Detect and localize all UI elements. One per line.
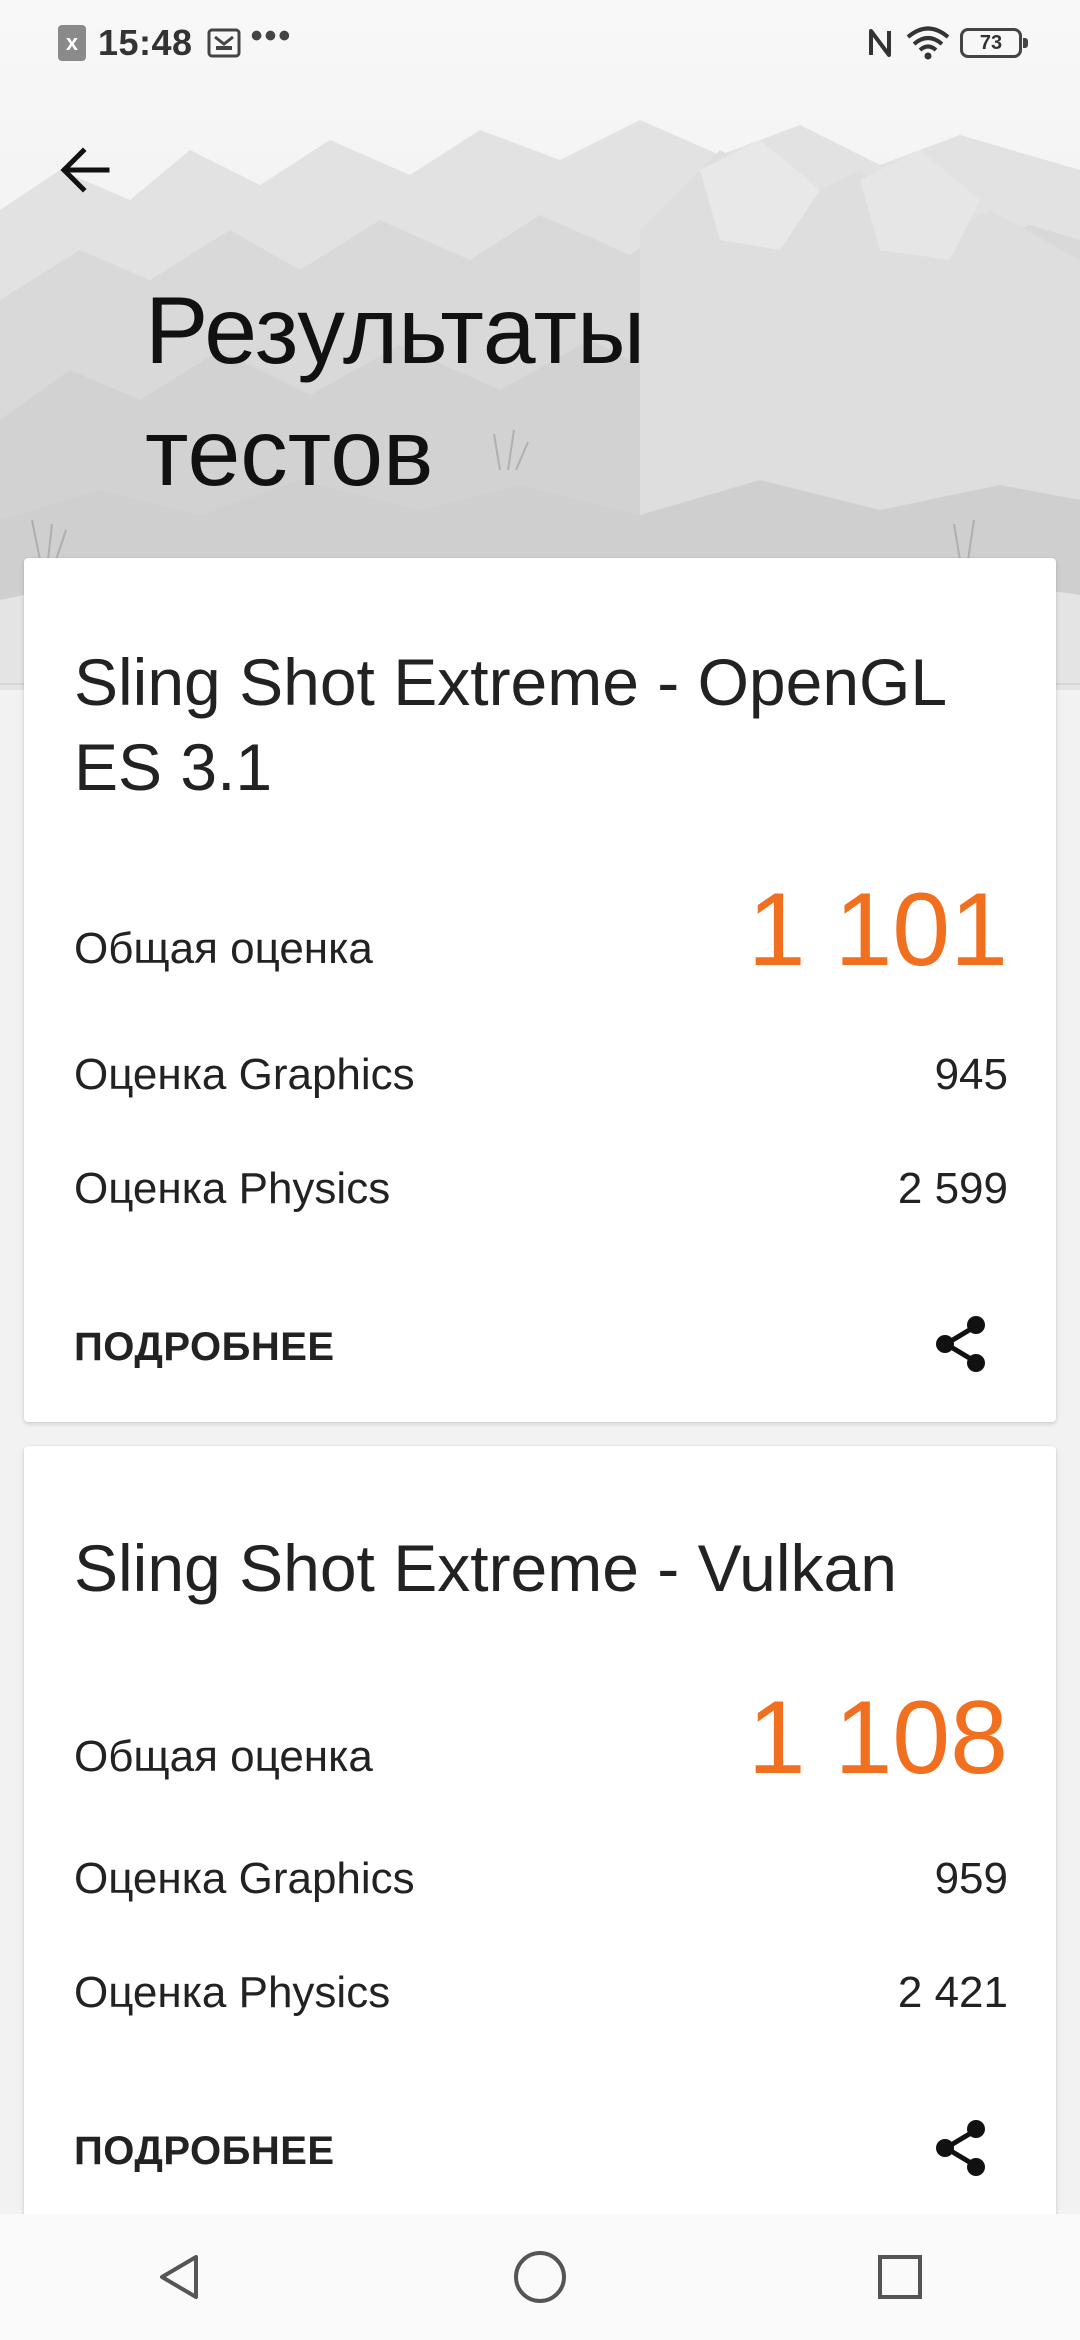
overall-score-label: Общая оценка xyxy=(74,924,373,973)
result-card-title-line-1: Sling Shot Extreme - OpenGL xyxy=(74,645,948,719)
app-close-badge-icon: x xyxy=(58,25,86,61)
arrow-back-icon xyxy=(60,147,110,193)
result-card-title: Sling Shot Extreme - Vulkan xyxy=(74,1526,1034,1611)
result-card-title-line-2: ES 3.1 xyxy=(74,730,273,804)
graphics-score-row: Оценка Graphics 959 xyxy=(74,1854,1008,1904)
screen: x 15:48 ••• 73 Результаты тестов Sling S… xyxy=(0,0,1080,2340)
share-icon[interactable] xyxy=(930,1312,994,1376)
physics-score-row: Оценка Physics 2 599 xyxy=(74,1164,1008,1214)
share-icon[interactable] xyxy=(930,2116,994,2180)
status-bar-left: x 15:48 ••• xyxy=(58,17,293,66)
overall-score-row: Общая оценка 1 108 xyxy=(74,1686,1008,1790)
triangle-back-icon xyxy=(160,2255,198,2299)
nfc-icon xyxy=(869,29,891,57)
more-notifications-icon: ••• xyxy=(250,17,293,55)
page-title-line-2: тестов xyxy=(145,400,434,506)
battery-level: 73 xyxy=(979,31,1003,54)
result-card-title: Sling Shot Extreme - OpenGL ES 3.1 xyxy=(74,640,1034,810)
system-navigation-bar xyxy=(0,2214,1080,2340)
graphics-score-value: 945 xyxy=(934,1050,1008,1099)
back-button[interactable] xyxy=(50,135,120,205)
page-title: Результаты тестов xyxy=(145,270,905,514)
physics-score-value: 2 599 xyxy=(897,1164,1008,1213)
wifi-icon xyxy=(906,26,950,60)
physics-score-label: Оценка Physics xyxy=(74,1968,391,2017)
notification-icon xyxy=(207,28,241,58)
overall-score-value: 1 101 xyxy=(747,872,1008,988)
overall-score-row: Общая оценка 1 101 xyxy=(74,878,1008,982)
nav-back-button[interactable] xyxy=(145,2242,215,2312)
battery-icon: 73 xyxy=(960,28,1028,58)
details-button[interactable]: ПОДРОБНЕЕ xyxy=(74,1325,335,1370)
graphics-score-value: 959 xyxy=(934,1854,1008,1903)
page-title-line-1: Результаты xyxy=(145,278,646,384)
nav-recents-button[interactable] xyxy=(865,2242,935,2312)
graphics-score-label: Оценка Graphics xyxy=(74,1050,415,1099)
details-button[interactable]: ПОДРОБНЕЕ xyxy=(74,2129,335,2174)
overall-score-value: 1 108 xyxy=(747,1680,1008,1796)
result-card-title-line-1: Sling Shot Extreme - Vulkan xyxy=(74,1531,897,1605)
square-recents-icon xyxy=(878,2255,922,2299)
status-time: 15:48 xyxy=(98,22,193,63)
result-card-opengl: Sling Shot Extreme - OpenGL ES 3.1 Общая… xyxy=(24,558,1056,1422)
graphics-score-label: Оценка Graphics xyxy=(74,1854,415,1903)
physics-score-value: 2 421 xyxy=(897,1968,1008,2017)
status-bar-right: 73 xyxy=(866,20,1028,66)
status-bar: x 15:48 ••• 73 xyxy=(0,0,1080,84)
graphics-score-row: Оценка Graphics 945 xyxy=(74,1050,1008,1100)
nav-home-button[interactable] xyxy=(505,2242,575,2312)
physics-score-row: Оценка Physics 2 421 xyxy=(74,1968,1008,2018)
result-card-vulkan: Sling Shot Extreme - Vulkan Общая оценка… xyxy=(24,1446,1056,2246)
overall-score-label: Общая оценка xyxy=(74,1732,373,1781)
physics-score-label: Оценка Physics xyxy=(74,1164,391,1213)
circle-home-icon xyxy=(514,2251,566,2303)
